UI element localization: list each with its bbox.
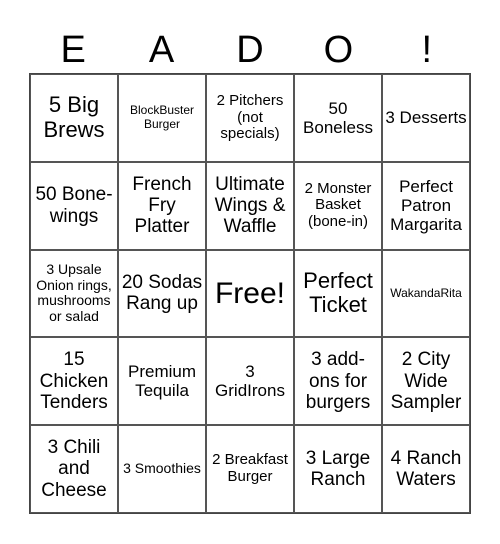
cell-label: Free! xyxy=(214,276,286,310)
cell-label: 5 Big Brews xyxy=(43,92,105,142)
bingo-cell[interactable]: BlockBuster Burger xyxy=(118,74,206,162)
bingo-cell[interactable]: 15 Chicken Tenders xyxy=(30,337,118,426)
cell-label: 3 Chili and Cheese xyxy=(41,437,107,501)
cell-label: 3 Desserts xyxy=(385,108,467,128)
cell-label: 2 City Wide Sampler xyxy=(390,349,462,413)
bingo-cell[interactable]: 5 Big Brews xyxy=(30,74,118,162)
bingo-cell[interactable]: 3 Smoothies xyxy=(118,425,206,513)
bingo-cell[interactable]: 4 Ranch Waters xyxy=(382,425,470,513)
bingo-cell[interactable]: Perfect Ticket xyxy=(294,249,382,338)
header-letter: D xyxy=(236,29,264,71)
bingo-cell[interactable]: 2 Breakfast Burger xyxy=(206,425,294,513)
header-letter: A xyxy=(148,29,175,71)
cell-label: 3 Smoothies xyxy=(123,460,201,477)
bingo-cell[interactable]: WakandaRita xyxy=(382,249,470,338)
bingo-cell[interactable]: 20 Sodas Rang up xyxy=(118,249,206,338)
bingo-cell[interactable]: Premium Tequila xyxy=(118,337,206,426)
cell-label: WakandaRita xyxy=(390,285,462,300)
cell-label: Perfect Patron Margarita xyxy=(390,177,462,235)
header-letter: E xyxy=(60,29,86,71)
cell-label: Premium Tequila xyxy=(127,362,196,401)
bingo-cell[interactable]: 3 GridIrons xyxy=(206,337,294,426)
bingo-cell[interactable]: 3 Large Ranch xyxy=(294,425,382,513)
bingo-cell[interactable]: 2 Pitchers (not specials) xyxy=(206,74,294,162)
cell-label: Perfect Ticket xyxy=(303,267,373,318)
cell-label: 2 Breakfast Burger xyxy=(212,451,288,486)
cell-label: 3 Upsale Onion rings, mushrooms or salad xyxy=(36,261,112,325)
cell-label: 3 Large Ranch xyxy=(305,447,371,491)
bingo-cell[interactable]: 3 add-ons for burgers xyxy=(294,337,382,426)
bingo-cell[interactable]: 50 Bone-wings xyxy=(30,161,118,250)
cell-label: 4 Ranch Waters xyxy=(390,447,462,491)
cell-label: BlockBuster Burger xyxy=(129,103,195,131)
bingo-cell[interactable]: 3 Chili and Cheese xyxy=(30,425,118,513)
header-letter: ! xyxy=(421,29,433,71)
cell-label: 50 Bone-wings xyxy=(35,184,113,227)
cell-label: 2 Pitchers (not specials) xyxy=(216,91,284,143)
cell-label: 50 Boneless xyxy=(303,98,373,137)
cell-label: Ultimate Wings & Waffle xyxy=(214,173,286,238)
cell-label: 3 GridIrons xyxy=(215,362,285,401)
bingo-cell[interactable]: 2 City Wide Sampler xyxy=(382,337,470,426)
cell-label: 3 add-ons for burgers xyxy=(305,349,371,413)
bingo-cell[interactable]: French Fry Platter xyxy=(118,161,206,250)
bingo-cell[interactable]: 50 Boneless xyxy=(294,74,382,162)
cell-label: 15 Chicken Tenders xyxy=(39,349,109,413)
bingo-cell[interactable]: 3 Upsale Onion rings, mushrooms or salad xyxy=(30,249,118,338)
cell-label: 20 Sodas Rang up xyxy=(121,272,203,315)
bingo-card: 5 Big Brews BlockBuster Burger 2 Pitchers … xyxy=(29,73,471,514)
bingo-cell[interactable]: 3 Desserts xyxy=(382,74,470,162)
cell-label: 2 Monster Basket (bone-in) xyxy=(304,179,372,231)
bingo-cell[interactable]: 2 Monster Basket (bone-in) xyxy=(294,161,382,250)
bingo-cell[interactable]: Ultimate Wings & Waffle xyxy=(206,161,294,250)
header-letter: O xyxy=(323,29,354,71)
free-space-cell[interactable]: Free! xyxy=(206,249,294,338)
bingo-header: E A D O ! xyxy=(29,28,471,72)
cell-label: French Fry Platter xyxy=(132,173,192,238)
bingo-cell[interactable]: Perfect Patron Margarita xyxy=(382,161,470,250)
